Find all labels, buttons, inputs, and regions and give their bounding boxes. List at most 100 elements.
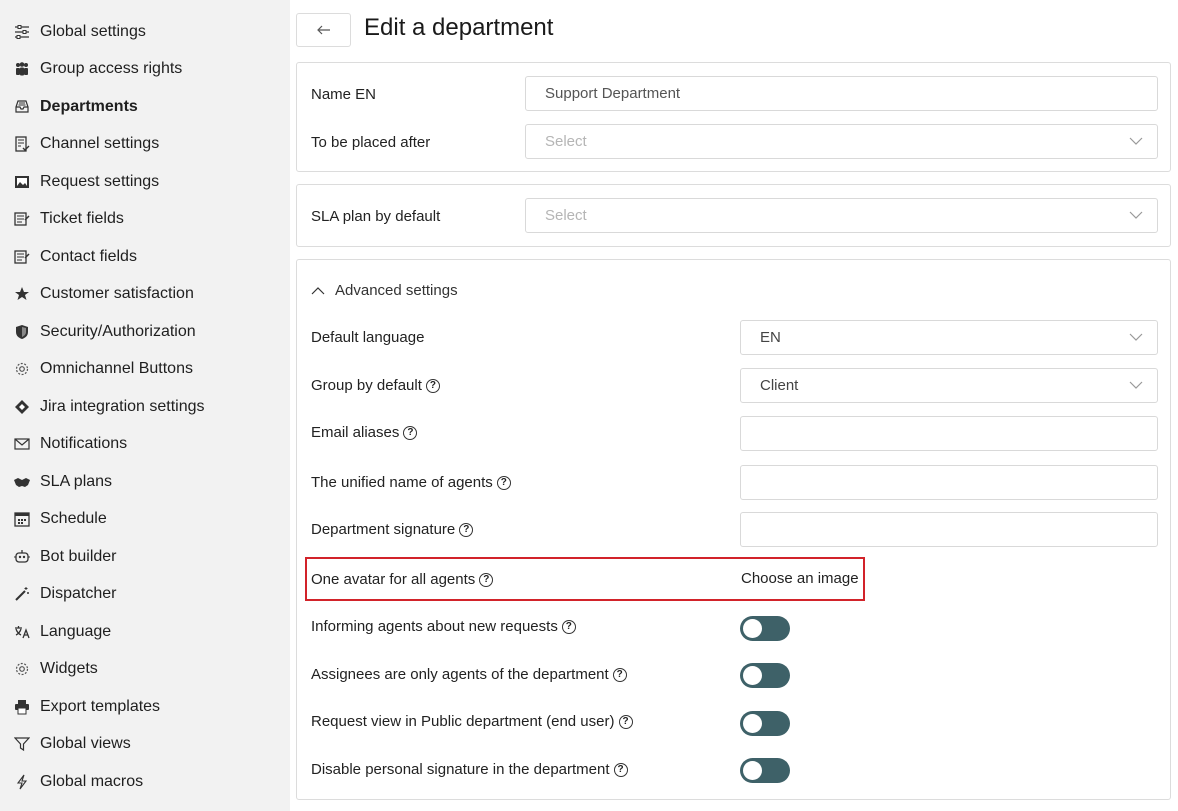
sla-plan-label: SLA plan by default	[311, 208, 441, 225]
sidebar-item-global-settings[interactable]: Global settings	[14, 19, 146, 45]
unified-name-label: The unified name of agents ?	[311, 474, 511, 492]
robot-icon	[14, 548, 34, 566]
default-language-select[interactable]: EN	[740, 320, 1158, 355]
sidebar: Global settings Group access rights Depa…	[0, 0, 290, 811]
help-icon[interactable]: ?	[459, 523, 474, 537]
sidebar-item-global-views[interactable]: Global views	[14, 731, 131, 757]
email-aliases-input[interactable]	[740, 416, 1158, 451]
sidebar-item-label: Security/Authorization	[40, 323, 196, 340]
sidebar-item-label: Global settings	[40, 23, 146, 40]
sidebar-item-label: Export templates	[40, 698, 161, 715]
help-icon[interactable]: ?	[403, 426, 418, 440]
image-box-icon	[14, 173, 34, 191]
sla-panel: SLA plan by default Select	[296, 184, 1171, 247]
inbox-icon	[14, 98, 34, 116]
printer-icon	[14, 698, 34, 716]
unified-name-input[interactable]	[740, 465, 1158, 500]
sidebar-item-contact-fields[interactable]: Contact fields	[14, 244, 137, 270]
disable-signature-toggle[interactable]	[740, 758, 790, 783]
help-icon[interactable]: ?	[618, 715, 633, 729]
sidebar-item-label: Request settings	[40, 173, 160, 190]
sidebar-item-global-macros[interactable]: Global macros	[14, 769, 143, 795]
help-icon[interactable]: ?	[496, 476, 511, 490]
handshake-icon	[14, 473, 34, 491]
help-icon[interactable]: ?	[425, 379, 440, 393]
help-icon[interactable]: ?	[561, 620, 576, 634]
sidebar-item-label: Schedule	[40, 510, 107, 527]
sidebar-item-schedule[interactable]: Schedule	[14, 506, 107, 532]
sidebar-item-sla-plans[interactable]: SLA plans	[14, 469, 112, 495]
sliders-icon	[14, 23, 34, 41]
default-language-value: EN	[760, 329, 781, 346]
help-icon[interactable]: ?	[613, 763, 628, 777]
page-title: Edit a department	[364, 14, 554, 41]
sidebar-item-omnichannel-buttons[interactable]: Omnichannel Buttons	[14, 356, 193, 382]
toggle-knob	[743, 761, 762, 780]
calendar-icon	[14, 510, 34, 528]
sidebar-item-label: Group access rights	[40, 60, 183, 77]
toggle-knob	[743, 714, 762, 733]
sidebar-item-security-authorization[interactable]: Security/Authorization	[14, 319, 196, 345]
advanced-settings-toggle[interactable]: Advanced settings	[311, 282, 458, 299]
request-view-public-toggle[interactable]	[740, 711, 790, 736]
help-icon[interactable]: ?	[612, 668, 627, 682]
general-panel: Name EN Support Department To be placed …	[296, 62, 1171, 172]
group-by-select[interactable]: Client	[740, 368, 1158, 403]
sidebar-item-label: Customer satisfaction	[40, 285, 194, 302]
toggle-knob	[743, 666, 762, 685]
sidebar-item-label: Global macros	[40, 773, 144, 790]
sidebar-item-label: Widgets	[40, 660, 98, 677]
sidebar-item-export-templates[interactable]: Export templates	[14, 694, 160, 720]
form-fields-icon	[14, 210, 34, 228]
placed-after-label: To be placed after	[311, 134, 431, 151]
choose-image-link[interactable]: Choose an image	[741, 570, 859, 587]
sidebar-item-label: Notifications	[40, 435, 128, 452]
informing-agents-toggle[interactable]	[740, 616, 790, 641]
gear-icon	[14, 660, 34, 678]
sidebar-item-request-settings[interactable]: Request settings	[14, 169, 159, 195]
toggle-row-label: Disable personal signature in the depart…	[311, 761, 628, 779]
sidebar-item-ticket-fields[interactable]: Ticket fields	[14, 206, 124, 232]
chevron-down-icon	[1129, 381, 1143, 389]
sidebar-item-departments[interactable]: Departments	[14, 94, 138, 120]
jira-icon	[14, 398, 34, 416]
toggle-row-label: Request view in Public department (end u…	[311, 713, 633, 731]
sidebar-item-widgets[interactable]: Widgets	[14, 656, 98, 682]
name-en-label: Name EN	[311, 86, 377, 103]
chevron-up-icon	[311, 286, 325, 294]
sidebar-item-language[interactable]: Language	[14, 619, 111, 645]
assignees-only-toggle[interactable]	[740, 663, 790, 688]
sidebar-item-label: Bot builder	[40, 548, 117, 565]
placed-after-placeholder: Select	[545, 133, 587, 150]
filter-icon	[14, 735, 34, 753]
checklist-icon	[14, 135, 34, 153]
sla-plan-placeholder: Select	[545, 207, 587, 224]
sidebar-item-label: Language	[40, 623, 112, 640]
sidebar-item-group-access-rights[interactable]: Group access rights	[14, 56, 182, 82]
sla-plan-select[interactable]: Select	[525, 198, 1158, 233]
sidebar-item-bot-builder[interactable]: Bot builder	[14, 544, 117, 570]
request-view-public-text: Request view in Public department (end u…	[311, 713, 615, 730]
placed-after-select[interactable]: Select	[525, 124, 1158, 159]
sidebar-item-label: Ticket fields	[40, 210, 124, 227]
default-language-text: Default language	[311, 329, 425, 346]
department-signature-text: Department signature	[311, 521, 456, 538]
sidebar-item-label: Omnichannel Buttons	[40, 360, 193, 377]
name-en-value: Support Department	[545, 85, 681, 102]
language-icon	[14, 623, 34, 641]
sidebar-item-label: Contact fields	[40, 248, 137, 265]
chevron-down-icon	[1129, 333, 1143, 341]
toggle-knob	[743, 619, 762, 638]
sidebar-item-jira-integration[interactable]: Jira integration settings	[14, 394, 205, 420]
sidebar-item-customer-satisfaction[interactable]: Customer satisfaction	[14, 281, 194, 307]
arrow-left-icon	[316, 22, 331, 39]
disable-signature-text: Disable personal signature in the depart…	[311, 761, 610, 778]
department-signature-input[interactable]	[740, 512, 1158, 547]
back-button[interactable]	[296, 13, 351, 47]
sidebar-item-notifications[interactable]: Notifications	[14, 431, 127, 457]
sidebar-item-channel-settings[interactable]: Channel settings	[14, 131, 159, 157]
group-by-value: Client	[760, 377, 799, 394]
email-aliases-label: Email aliases ?	[311, 424, 418, 442]
sidebar-item-dispatcher[interactable]: Dispatcher	[14, 581, 116, 607]
name-en-input[interactable]: Support Department	[525, 76, 1158, 111]
